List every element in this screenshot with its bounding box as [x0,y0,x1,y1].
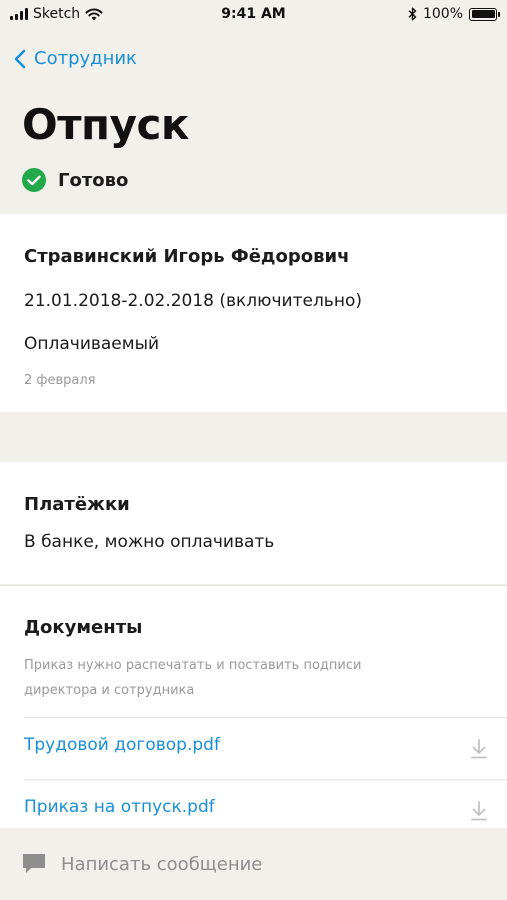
vacation-card: Стравинский Игорь Фёдорович 21.01.2018-2… [0,214,507,412]
message-placeholder: Написать сообщение [61,854,263,875]
payments-card[interactable]: Платёжки В банке, можно оплачивать [0,462,507,584]
download-icon[interactable] [471,739,487,759]
status-label: Готово [58,169,129,191]
chat-bubble-icon [23,854,45,873]
documents-title: Документы [24,617,143,638]
chevron-left-icon [14,49,26,68]
back-label: Сотрудник [34,48,137,69]
divider [24,717,507,718]
vacation-period: 21.01.2018-2.02.2018 (включительно) [24,291,362,311]
screen: Sketch 9:41 AM 100% Сотрудник Отпуск Гот… [0,0,507,900]
page-title: Отпуск [22,100,189,149]
document-link[interactable]: Приказ на отпуск.pdf [24,797,215,817]
divider [24,779,507,780]
payments-title: Платёжки [24,494,130,515]
download-icon[interactable] [471,801,487,821]
battery-icon [469,7,500,21]
documents-card: Документы Приказ нужно распечатать и пос… [0,585,507,830]
check-circle-icon [22,168,46,192]
status-right: 100% [408,6,500,22]
documents-note: Приказ нужно распечатать и поставить под… [24,658,362,698]
employee-name: Стравинский Игорь Фёдорович [24,246,350,267]
status-row: Готово [22,168,128,192]
status-bar: Sketch 9:41 AM 100% [0,0,507,30]
payments-status: В банке, можно оплачивать [24,532,275,552]
battery-percent: 100% [422,6,463,22]
divider [0,585,507,586]
bluetooth-icon [408,7,417,21]
vacation-date: 2 февраля [24,373,96,388]
message-input[interactable]: Написать сообщение [0,828,507,900]
battery-fill [471,10,495,18]
vacation-type: Оплачиваемый [24,334,160,354]
back-button[interactable]: Сотрудник [14,48,137,69]
document-link[interactable]: Трудовой договор.pdf [24,735,220,755]
document-item[interactable]: Трудовой договор.pdf [24,717,507,779]
